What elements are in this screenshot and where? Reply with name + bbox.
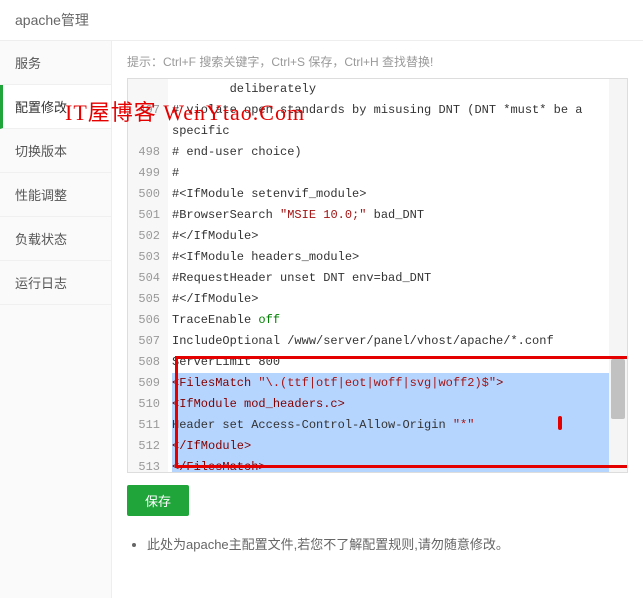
code-line[interactable]: <FilesMatch "\.(ttf|otf|eot|woff|svg|wof… — [172, 373, 627, 394]
code-line[interactable]: ServerLimit 800 — [172, 352, 627, 373]
code-line[interactable]: specific — [172, 121, 627, 142]
code-line[interactable]: #BrowserSearch "MSIE 10.0;" bad_DNT — [172, 205, 627, 226]
window-title: apache管理 — [15, 12, 89, 28]
window-header: apache管理 — [0, 0, 643, 41]
sidebar-item-service[interactable]: 服务 — [0, 41, 111, 85]
code-line[interactable]: </FilesMatch> — [172, 457, 627, 472]
code-line[interactable]: # — [172, 163, 627, 184]
save-button[interactable]: 保存 — [127, 485, 189, 516]
hint-text: 提示：Ctrl+F 搜索关键字，Ctrl+S 保存，Ctrl+H 查找替换! — [127, 53, 628, 70]
sidebar-item-performance[interactable]: 性能调整 — [0, 173, 111, 217]
code-line[interactable]: # end-user choice) — [172, 142, 627, 163]
footer-notes: 此处为apache主配置文件,若您不了解配置规则,请勿随意修改。 — [127, 534, 628, 553]
editor-content[interactable]: deliberately# violate open standards by … — [168, 79, 627, 472]
code-line[interactable]: TraceEnable off — [172, 310, 627, 331]
footer-note-item: 此处为apache主配置文件,若您不了解配置规则,请勿随意修改。 — [147, 534, 628, 553]
sidebar-item-config[interactable]: 配置修改 — [0, 85, 111, 129]
cursor-mark-annotation — [558, 416, 562, 430]
sidebar-item-run-log[interactable]: 运行日志 — [0, 261, 111, 305]
code-line[interactable]: # violate open standards by misusing DNT… — [172, 100, 627, 121]
editor-scrollbar[interactable] — [609, 79, 627, 472]
code-line[interactable]: </IfModule> — [172, 436, 627, 457]
sidebar-item-switch-version[interactable]: 切换版本 — [0, 129, 111, 173]
code-editor[interactable]: 4974984995005015025035045055065075085095… — [127, 78, 628, 473]
code-line[interactable]: IncludeOptional /www/server/panel/vhost/… — [172, 331, 627, 352]
code-line[interactable]: #<IfModule setenvif_module> — [172, 184, 627, 205]
code-line[interactable]: #</IfModule> — [172, 289, 627, 310]
sidebar-item-load-status[interactable]: 负载状态 — [0, 217, 111, 261]
code-line[interactable]: <IfModule mod_headers.c> — [172, 394, 627, 415]
code-line[interactable]: #<IfModule headers_module> — [172, 247, 627, 268]
scrollbar-thumb[interactable] — [611, 359, 625, 419]
editor-gutter: 4974984995005015025035045055065075085095… — [128, 79, 168, 472]
code-line[interactable]: deliberately — [172, 79, 627, 100]
main-panel: 提示：Ctrl+F 搜索关键字，Ctrl+S 保存，Ctrl+H 查找替换! 4… — [112, 41, 643, 598]
main-container: 服务 配置修改 切换版本 性能调整 负载状态 运行日志 提示：Ctrl+F 搜索… — [0, 41, 643, 598]
code-line[interactable]: #</IfModule> — [172, 226, 627, 247]
sidebar: 服务 配置修改 切换版本 性能调整 负载状态 运行日志 — [0, 41, 112, 598]
code-line[interactable]: #RequestHeader unset DNT env=bad_DNT — [172, 268, 627, 289]
